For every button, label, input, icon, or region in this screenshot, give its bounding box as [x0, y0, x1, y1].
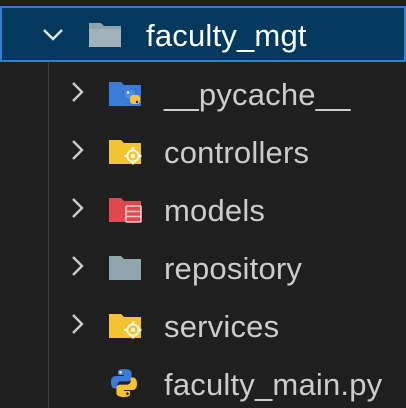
python-file-icon	[108, 367, 140, 399]
chevron-right-icon[interactable]	[66, 197, 88, 219]
tree-item-label: repository	[164, 251, 303, 286]
tree-item-label: faculty_main.py	[164, 367, 383, 402]
python-folder-icon	[108, 78, 142, 108]
tree-item-label: __pycache__	[164, 77, 351, 112]
chevron-right-icon[interactable]	[66, 139, 88, 161]
chevron-right-icon[interactable]	[66, 255, 88, 277]
database-folder-icon	[108, 194, 142, 224]
tree-item-label: faculty_mgt	[146, 18, 307, 53]
tree-item-label: models	[164, 193, 266, 228]
gear-folder-icon	[108, 310, 142, 340]
folder-icon	[108, 252, 142, 282]
chevron-right-icon[interactable]	[66, 81, 88, 103]
tree-item-label: services	[164, 309, 280, 344]
gear-folder-icon	[108, 136, 142, 166]
tree-item-pycache[interactable]: __pycache__	[0, 64, 406, 122]
folder-icon	[88, 19, 122, 49]
chevron-down-icon[interactable]	[42, 23, 64, 45]
tree-item-services[interactable]: services	[0, 296, 406, 354]
file-explorer-tree: faculty_mgt __pycache__ controllers mode…	[0, 0, 406, 408]
tree-item-repository[interactable]: repository	[0, 238, 406, 296]
chevron-right-icon[interactable]	[66, 313, 88, 335]
tree-item-faculty-mgt[interactable]: faculty_mgt	[0, 6, 406, 62]
tree-item-controllers[interactable]: controllers	[0, 122, 406, 180]
tree-item-models[interactable]: models	[0, 180, 406, 238]
tree-item-label: controllers	[164, 135, 310, 170]
tree-item-faculty-main-py[interactable]: faculty_main.py	[0, 354, 406, 408]
